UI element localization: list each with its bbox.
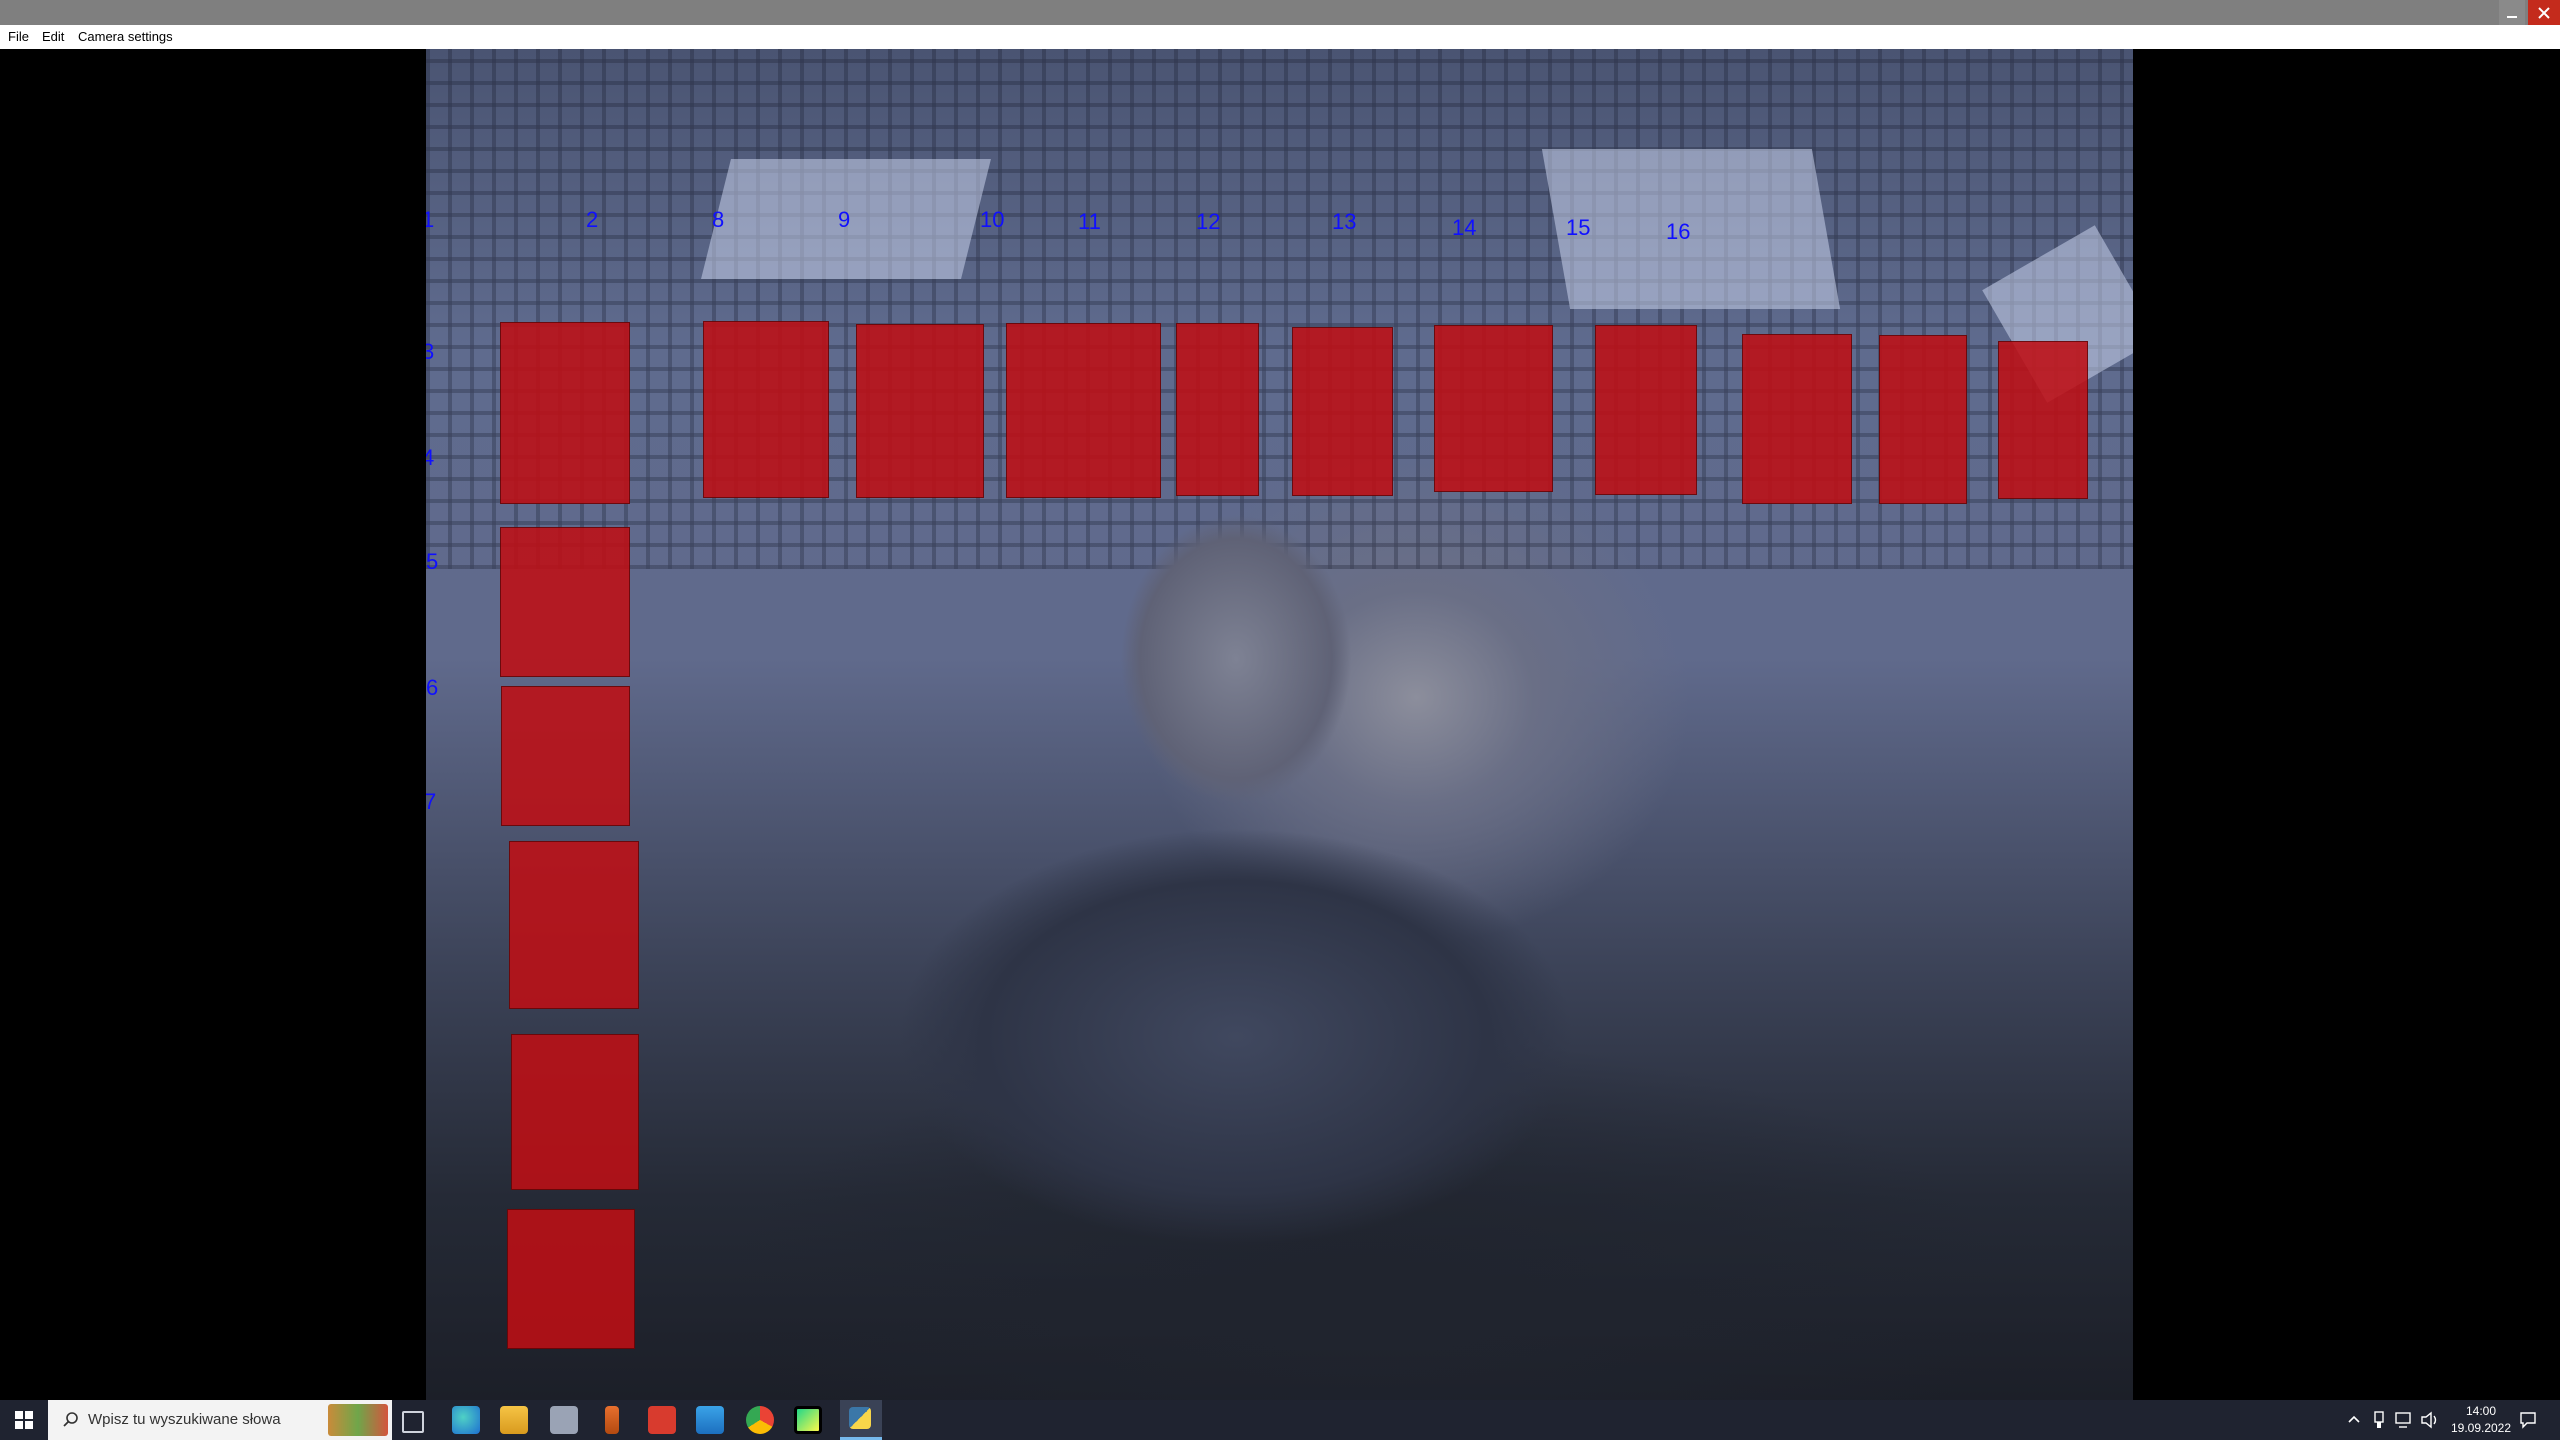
java-icon[interactable] (605, 1406, 619, 1434)
windows-icon (15, 1411, 33, 1429)
store-icon[interactable] (696, 1406, 724, 1434)
camera-feed[interactable]: 1 2 8 9 10 11 12 13 14 15 16 3 4 5 6 7 (426, 49, 2133, 1400)
channel-label: 10 (980, 207, 1005, 232)
taskbar-clock[interactable]: 14:00 19.09.2022 (2436, 1403, 2526, 1437)
python-app-taskbar-button[interactable] (840, 1400, 882, 1440)
search-input[interactable]: Wpisz tu wyszukiwane słowa (88, 1411, 281, 1428)
channel-label: 6 (426, 675, 439, 700)
channel-label: 4 (426, 445, 435, 470)
taskbar-search[interactable]: Wpisz tu wyszukiwane słowa (48, 1400, 392, 1440)
channel-label: 15 (1566, 215, 1591, 240)
channel-label: 14 (1452, 215, 1477, 240)
detection-zone[interactable] (501, 686, 630, 826)
search-icon (63, 1412, 78, 1427)
detection-zone[interactable] (507, 1209, 635, 1349)
detection-zone[interactable] (1176, 323, 1259, 496)
detection-zone[interactable] (703, 321, 829, 498)
detection-zone[interactable] (500, 527, 630, 677)
detection-zone[interactable] (511, 1034, 639, 1190)
channel-label: 7 (426, 789, 437, 814)
chrome-icon[interactable] (746, 1406, 774, 1434)
detection-zone[interactable] (500, 322, 630, 504)
taskbar: Wpisz tu wyszukiwane słowa 14:00 19.09.2… (0, 1400, 2560, 1440)
person (786, 479, 1686, 1379)
clock-date: 19.09.2022 (2450, 1421, 2512, 1435)
app-red-icon[interactable] (648, 1406, 676, 1434)
minimize-button[interactable] (2499, 0, 2525, 25)
detection-zone[interactable] (1998, 341, 2088, 499)
close-button[interactable] (2528, 0, 2560, 25)
notification-icon[interactable] (2518, 1410, 2538, 1430)
clock-time: 14:00 (2465, 1404, 2497, 1418)
menu-camera-settings[interactable]: Camera settings (78, 29, 173, 44)
python-app-icon (849, 1407, 871, 1429)
task-view-icon[interactable] (402, 1411, 424, 1433)
edge-icon[interactable] (452, 1406, 480, 1434)
channel-label: 16 (1666, 219, 1691, 244)
detection-zone[interactable] (1292, 327, 1393, 496)
detection-zone[interactable] (856, 324, 984, 498)
start-button[interactable] (0, 1400, 48, 1440)
channel-label: 1 (426, 207, 435, 232)
channel-label: 12 (1196, 209, 1221, 234)
menu-edit[interactable]: Edit (42, 29, 64, 44)
detection-zone[interactable] (1742, 334, 1852, 504)
title-bar (0, 0, 2560, 25)
menu-file[interactable]: File (8, 29, 29, 44)
search-highlight-image (328, 1404, 388, 1436)
channel-label: 8 (712, 207, 725, 232)
detection-zone[interactable] (1434, 325, 1553, 492)
file-explorer-icon[interactable] (500, 1406, 528, 1434)
network-icon[interactable] (2394, 1411, 2414, 1429)
channel-label: 3 (426, 339, 435, 364)
app-icon[interactable] (550, 1406, 578, 1434)
channel-label: 11 (1078, 209, 1101, 234)
detection-zone[interactable] (1006, 323, 1161, 498)
menu-bar: File Edit Camera settings (0, 25, 2560, 49)
channel-label: 13 (1332, 209, 1357, 234)
detection-zone[interactable] (1879, 335, 1967, 504)
usb-icon[interactable] (2372, 1411, 2386, 1429)
channel-label: 9 (838, 207, 851, 232)
chevron-up-icon[interactable] (2348, 1414, 2360, 1424)
channel-label: 2 (586, 207, 599, 232)
detection-zone[interactable] (509, 841, 639, 1009)
minimize-icon (2507, 15, 2517, 18)
detection-zone[interactable] (1595, 325, 1697, 495)
channel-label: 5 (426, 549, 439, 574)
pycharm-icon[interactable] (794, 1406, 822, 1434)
close-icon (2538, 6, 2550, 19)
